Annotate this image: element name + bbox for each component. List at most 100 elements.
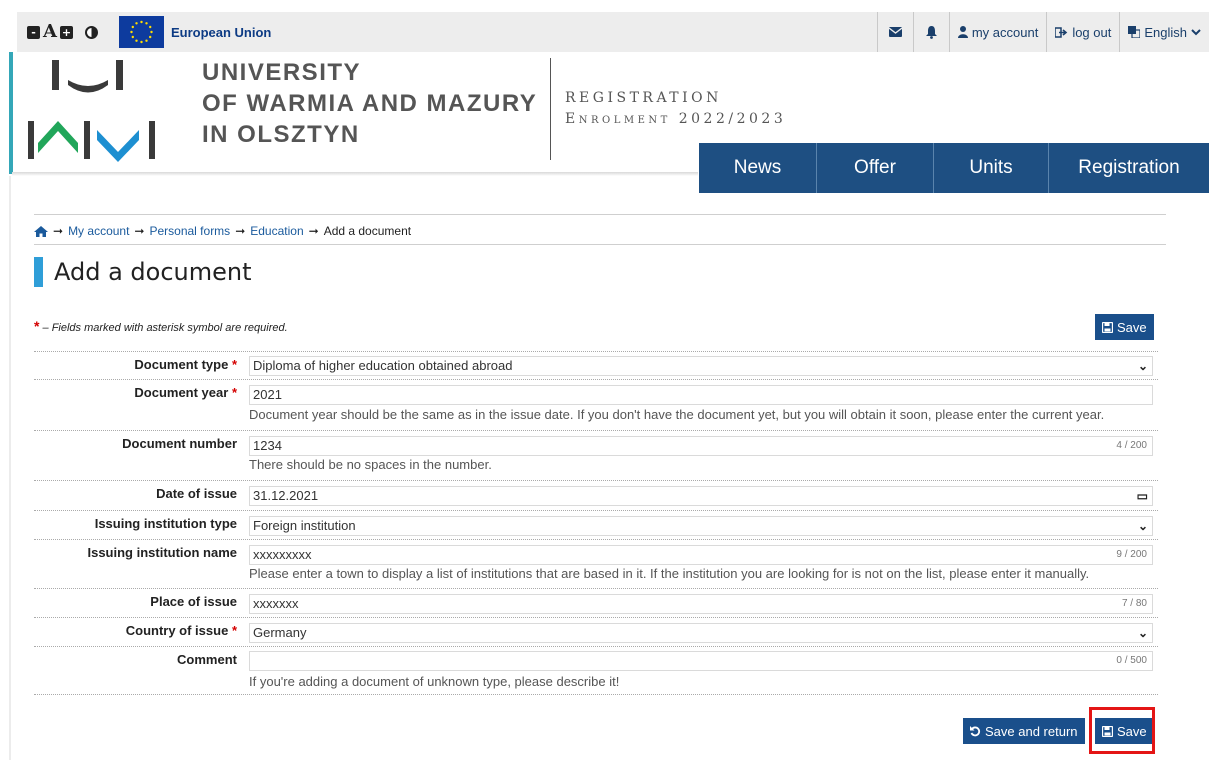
issuing-institution-name-input[interactable]: xxxxxxxxx 9 / 200 bbox=[249, 545, 1153, 565]
home-icon[interactable] bbox=[34, 225, 48, 237]
date-of-issue-input[interactable]: 31.12.2021 ▭ bbox=[249, 486, 1153, 506]
date-of-issue-value: 31.12.2021 bbox=[253, 488, 319, 503]
required-fields-note: * – Fields marked with asterisk symbol a… bbox=[34, 318, 288, 334]
header-divider bbox=[550, 58, 551, 160]
title-accent-bar bbox=[34, 257, 43, 287]
required-note-text: – Fields marked with asterisk symbol are… bbox=[42, 322, 288, 334]
issuing-institution-type-select[interactable]: Foreign institution ⌄ bbox=[249, 516, 1153, 536]
place-of-issue-label: Place of issue bbox=[150, 594, 237, 609]
nav-item-offer[interactable]: Offer bbox=[817, 143, 934, 193]
place-of-issue-input[interactable]: xxxxxxx 7 / 80 bbox=[249, 594, 1153, 614]
university-name-line-3: IN OLSZTYN bbox=[202, 121, 360, 148]
breadcrumb-arrow-icon: ➞ bbox=[308, 224, 319, 238]
breadcrumb-bottom-border bbox=[34, 244, 1166, 245]
document-type-label-text: Document type bbox=[134, 357, 229, 372]
place-of-issue-value: xxxxxxx bbox=[253, 596, 299, 611]
undo-icon bbox=[970, 725, 981, 736]
breadcrumb-my-account[interactable]: My account bbox=[68, 224, 129, 238]
decrease-font-button[interactable]: - bbox=[27, 25, 40, 39]
eu-label: European Union bbox=[170, 24, 272, 40]
required-asterisk: * bbox=[34, 318, 40, 334]
breadcrumb-arrow-icon: ➞ bbox=[53, 224, 64, 238]
add-document-form: Document type * Diploma of higher educat… bbox=[34, 351, 1158, 695]
country-of-issue-label-text: Country of issue bbox=[125, 623, 229, 638]
nav-item-registration[interactable]: Registration bbox=[1049, 143, 1209, 193]
document-type-value: Diploma of higher education obtained abr… bbox=[253, 358, 513, 373]
document-number-label: Document number bbox=[122, 436, 237, 451]
breadcrumb-arrow-icon: ➞ bbox=[235, 224, 246, 238]
required-asterisk: * bbox=[231, 385, 237, 400]
date-of-issue-row: Date of issue 31.12.2021 ▭ bbox=[34, 481, 1158, 511]
log-out-link[interactable]: log out bbox=[1046, 12, 1119, 52]
registration-title: REGISTRATION Enrolment 2022/2023 bbox=[565, 88, 786, 130]
floppy-disk-icon bbox=[1102, 321, 1113, 333]
breadcrumb: ➞ My account ➞ Personal forms ➞ Educatio… bbox=[34, 224, 411, 238]
save-and-return-label: Save and return bbox=[985, 723, 1078, 739]
chevron-down-icon bbox=[1191, 28, 1201, 35]
accessibility-controls: - A + European Union bbox=[27, 12, 271, 52]
notifications-button[interactable] bbox=[912, 12, 949, 52]
language-icon bbox=[1128, 26, 1141, 38]
sign-out-icon bbox=[1055, 26, 1068, 38]
required-asterisk: * bbox=[231, 357, 237, 372]
document-number-value: 1234 bbox=[253, 438, 282, 453]
breadcrumb-personal-forms[interactable]: Personal forms bbox=[149, 224, 230, 238]
breadcrumb-top-border bbox=[34, 214, 1166, 215]
contrast-icon[interactable] bbox=[84, 25, 98, 39]
nav-item-units[interactable]: Units bbox=[934, 143, 1049, 193]
envelope-icon bbox=[888, 27, 902, 37]
university-logo-icon bbox=[28, 60, 155, 162]
country-of-issue-select[interactable]: Germany ⌄ bbox=[249, 623, 1153, 643]
document-number-counter: 4 / 200 bbox=[1116, 440, 1147, 451]
registration-title-line-1: REGISTRATION bbox=[565, 90, 722, 106]
chevron-down-icon: ⌄ bbox=[1137, 519, 1148, 533]
document-year-value: 2021 bbox=[253, 387, 282, 402]
issuing-institution-type-value: Foreign institution bbox=[253, 518, 356, 533]
required-asterisk: * bbox=[231, 623, 237, 638]
my-account-link[interactable]: my account bbox=[948, 12, 1046, 52]
university-name: UNIVERSITY OF WARMIA AND MAZURY IN OLSZT… bbox=[202, 57, 537, 150]
user-menu: my account log out English bbox=[876, 12, 1209, 52]
increase-font-button[interactable]: + bbox=[59, 25, 73, 39]
nav-item-news[interactable]: News bbox=[699, 143, 817, 193]
place-of-issue-row: Place of issue xxxxxxx 7 / 80 bbox=[34, 589, 1158, 618]
language-label: English bbox=[1144, 24, 1187, 40]
save-button-top[interactable]: Save bbox=[1095, 314, 1154, 340]
save-button-highlight bbox=[1089, 707, 1155, 754]
document-year-hint: Document year should be the same as in t… bbox=[249, 407, 1105, 422]
document-year-input[interactable]: 2021 bbox=[249, 385, 1153, 405]
log-out-label: log out bbox=[1072, 24, 1112, 40]
document-year-label: Document year * bbox=[34, 385, 237, 400]
save-and-return-button[interactable]: Save and return bbox=[963, 718, 1085, 744]
calendar-icon[interactable]: ▭ bbox=[1137, 487, 1148, 505]
issuing-institution-type-label: Issuing institution type bbox=[94, 516, 237, 531]
language-selector[interactable]: English bbox=[1119, 12, 1209, 52]
font-size-controls: - A + bbox=[27, 22, 73, 42]
country-of-issue-value: Germany bbox=[253, 625, 307, 640]
user-icon bbox=[957, 26, 968, 38]
comment-label: Comment bbox=[177, 652, 237, 667]
issuing-institution-name-label: Issuing institution name bbox=[87, 545, 237, 560]
university-name-line-2: OF WARMIA AND MAZURY bbox=[202, 90, 538, 117]
eu-flag-icon bbox=[118, 16, 164, 48]
comment-textarea[interactable]: 0 / 500 bbox=[249, 651, 1153, 671]
breadcrumb-education[interactable]: Education bbox=[250, 224, 303, 238]
default-font-button[interactable]: A bbox=[43, 22, 57, 42]
university-name-line-1: UNIVERSITY bbox=[202, 59, 362, 86]
document-type-row: Document type * Diploma of higher educat… bbox=[34, 351, 1158, 380]
country-of-issue-label: Country of issue * bbox=[34, 623, 237, 638]
document-type-label: Document type * bbox=[34, 357, 237, 372]
page-title: Add a document bbox=[54, 258, 252, 286]
document-number-row: Document number 1234 4 / 200 There shoul… bbox=[34, 431, 1158, 481]
top-utility-bar: - A + European Union my account log out … bbox=[17, 12, 1209, 52]
bell-icon bbox=[925, 25, 937, 39]
date-of-issue-label: Date of issue bbox=[156, 486, 237, 501]
save-button-label: Save bbox=[1117, 319, 1147, 335]
document-number-hint: There should be no spaces in the number. bbox=[249, 457, 492, 472]
messages-button[interactable] bbox=[876, 12, 913, 52]
issuing-institution-name-hint: Please enter a town to display a list of… bbox=[249, 566, 1090, 581]
page-left-border bbox=[9, 176, 11, 760]
document-number-input[interactable]: 1234 4 / 200 bbox=[249, 436, 1153, 456]
comment-hint: If you're adding a document of unknown t… bbox=[249, 674, 620, 689]
document-type-select[interactable]: Diploma of higher education obtained abr… bbox=[249, 356, 1153, 376]
